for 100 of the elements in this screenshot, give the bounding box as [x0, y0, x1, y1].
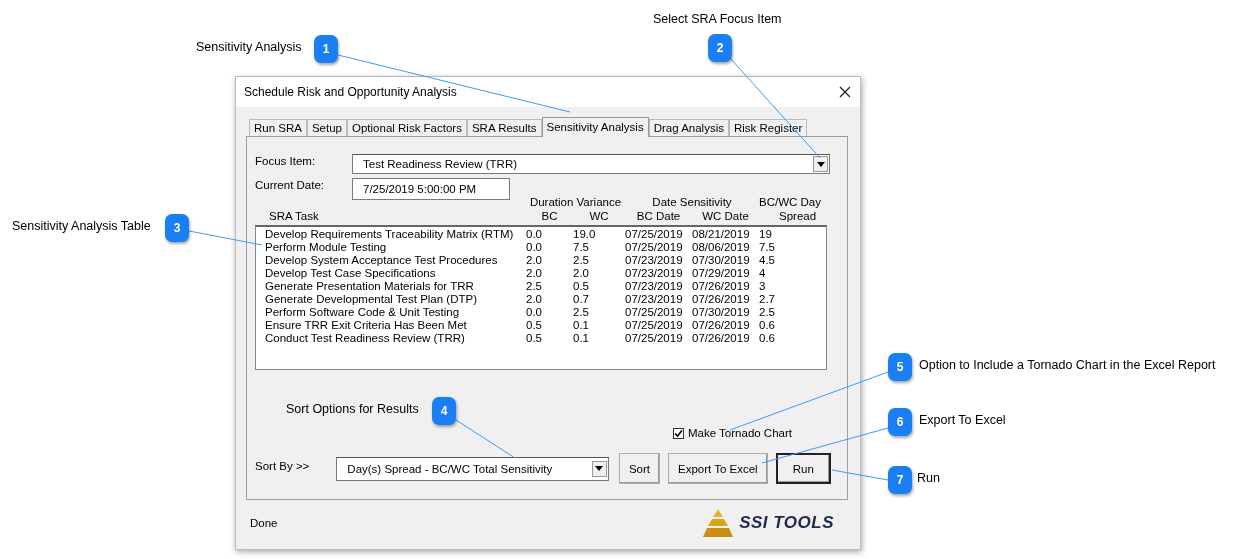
- callout-number: 5: [888, 353, 912, 381]
- table-cell-text: 2.5: [526, 280, 543, 293]
- callout-label: Option to Include a Tornado Chart in the Excel Report: [919, 358, 1216, 372]
- leader-line: [455, 419, 516, 459]
- tab[interactable]: Run SRA: [249, 119, 307, 136]
- table-cell-text: 2.5: [759, 306, 776, 319]
- table-cell-text: Perform Software Code & Unit Testing: [265, 306, 461, 319]
- tab[interactable]: Setup: [306, 119, 347, 136]
- column-group-header: BC/WC Day: [759, 196, 821, 208]
- table-cell-text: 0.1: [573, 319, 590, 332]
- callout-number: 6: [888, 408, 912, 436]
- dialog-button[interactable]: Sort: [618, 453, 660, 484]
- tab[interactable]: SRA Results: [466, 119, 542, 136]
- table-cell-text: 2.7: [759, 293, 776, 306]
- table-cell-text: 07/30/2019: [692, 254, 751, 267]
- column-header: BC: [540, 210, 559, 222]
- dialog-button[interactable]: Run: [775, 453, 831, 484]
- callout-label: Run: [917, 471, 940, 485]
- callout-number: 2: [708, 34, 732, 62]
- table-cell-text: Ensure TRR Exit Criteria Has Been Met: [265, 319, 468, 332]
- field-label: Current Date:: [255, 178, 326, 191]
- table-cell-text: 0.5: [573, 280, 590, 293]
- column-header: SRA Task: [268, 210, 320, 222]
- tab[interactable]: Drag Analysis: [648, 119, 729, 136]
- table-cell-text: 19: [759, 228, 773, 241]
- tab[interactable]: Optional Risk Factors: [347, 119, 467, 136]
- table-cell-text: 07/29/2019: [692, 267, 751, 280]
- tab[interactable]: Sensitivity Analysis: [541, 117, 649, 137]
- table-cell-text: 0.6: [759, 319, 776, 332]
- table-cell-text: Develop System Acceptance Test Procedures: [265, 254, 499, 267]
- callout-number: 3: [165, 214, 189, 242]
- leader-line: [831, 469, 889, 481]
- table-cell-text: 19.0: [573, 228, 597, 241]
- table-cell-text: 2.0: [526, 267, 543, 280]
- callout-label: Sensitivity Analysis Table: [12, 219, 151, 233]
- column-header: Spread: [778, 210, 818, 222]
- table-cell-text: 0.0: [526, 306, 543, 319]
- callout-number: 4: [432, 397, 456, 425]
- table-cell-text: 2.0: [526, 254, 543, 267]
- dialog-button[interactable]: Export To Excel: [668, 453, 768, 484]
- table-cell-text: Generate Developmental Test Plan (DTP): [265, 293, 478, 306]
- status-text: Done: [250, 516, 278, 529]
- table-cell-text: 0.7: [573, 293, 590, 306]
- table-cell-text: 07/25/2019: [625, 306, 684, 319]
- table-cell-text: 07/23/2019: [625, 293, 684, 306]
- table-cell-text: 07/30/2019: [692, 306, 751, 319]
- table-cell-text: 08/06/2019: [692, 241, 751, 254]
- table-cell-text: 07/25/2019: [625, 241, 684, 254]
- pyramid-logo-icon: [703, 508, 734, 537]
- table-cell-text: 3: [759, 280, 767, 293]
- table-cell-text: 0.5: [526, 332, 543, 345]
- table-cell-text: 2.5: [573, 306, 590, 319]
- column-group-header: Date Sensitivity: [651, 196, 733, 208]
- checkbox[interactable]: [673, 427, 684, 439]
- table-cell-text: 0.5: [526, 319, 543, 332]
- table-cell-text: 07/26/2019: [692, 293, 751, 306]
- close-icon[interactable]: [839, 86, 851, 98]
- table-cell-text: Conduct Test Readiness Review (TRR): [265, 332, 466, 345]
- table-cell-text: 7.5: [573, 241, 590, 254]
- callout-label: Sort Options for Results: [286, 402, 419, 416]
- table-cell-text: 0.0: [526, 241, 543, 254]
- table-cell-text: 07/23/2019: [625, 280, 684, 293]
- table-cell-text: 2.0: [573, 267, 590, 280]
- table-cell-text: 4: [759, 267, 767, 280]
- table-cell-text: Generate Presentation Materials for TRR: [265, 280, 475, 293]
- column-header: WC: [588, 210, 610, 222]
- caret-icon[interactable]: [595, 466, 604, 471]
- table-cell-text: 07/23/2019: [625, 254, 684, 267]
- table-cell-text: Develop Test Case Specifications: [265, 267, 437, 280]
- table-cell-text: 07/26/2019: [692, 280, 751, 293]
- table-cell-text: 07/23/2019: [625, 267, 684, 280]
- column-header: BC Date: [635, 210, 682, 222]
- field-label: Focus Item:: [255, 154, 317, 167]
- table-cell-text: 08/21/2019: [692, 228, 751, 241]
- table-cell-text: 07/26/2019: [692, 332, 751, 345]
- callout-number: 7: [888, 466, 912, 494]
- table-cell-text: 07/25/2019: [625, 332, 684, 345]
- date-field[interactable]: 7/25/2019 5:00:00 PM: [352, 178, 510, 200]
- table-cell-text: 07/26/2019: [692, 319, 751, 332]
- column-header: WC Date: [701, 210, 750, 222]
- table-cell-text: 2.5: [573, 254, 590, 267]
- window-title: Schedule Risk and Opportunity Analysis: [244, 85, 457, 99]
- column-group-header: Duration Variance: [528, 196, 623, 208]
- focus-item-dropdown[interactable]: Test Readiness Review (TRR): [352, 154, 830, 174]
- logo-text: SSI TOOLS: [739, 512, 834, 533]
- table-cell-text: Perform Module Testing: [265, 241, 388, 254]
- callout-label: Export To Excel: [919, 413, 1006, 427]
- callout-label: Select SRA Focus Item: [653, 12, 782, 26]
- table-cell-text: 0.0: [526, 228, 543, 241]
- callout-label: Sensitivity Analysis: [196, 40, 302, 54]
- callout-number: 1: [314, 35, 338, 63]
- table-cell-text: 4.5: [759, 254, 776, 267]
- sort-dropdown[interactable]: Day(s) Spread - BC/WC Total Sensitivity: [336, 456, 609, 481]
- table-cell-text: 2.0: [526, 293, 543, 306]
- caret-icon[interactable]: [816, 161, 825, 167]
- checkbox-label: Make Tornado Chart: [688, 427, 792, 439]
- table-cell-text: 07/25/2019: [625, 228, 684, 241]
- sensitivity-table[interactable]: [255, 225, 827, 370]
- table-cell-text: 0.1: [573, 332, 590, 345]
- sort-label: Sort By >>: [255, 459, 310, 474]
